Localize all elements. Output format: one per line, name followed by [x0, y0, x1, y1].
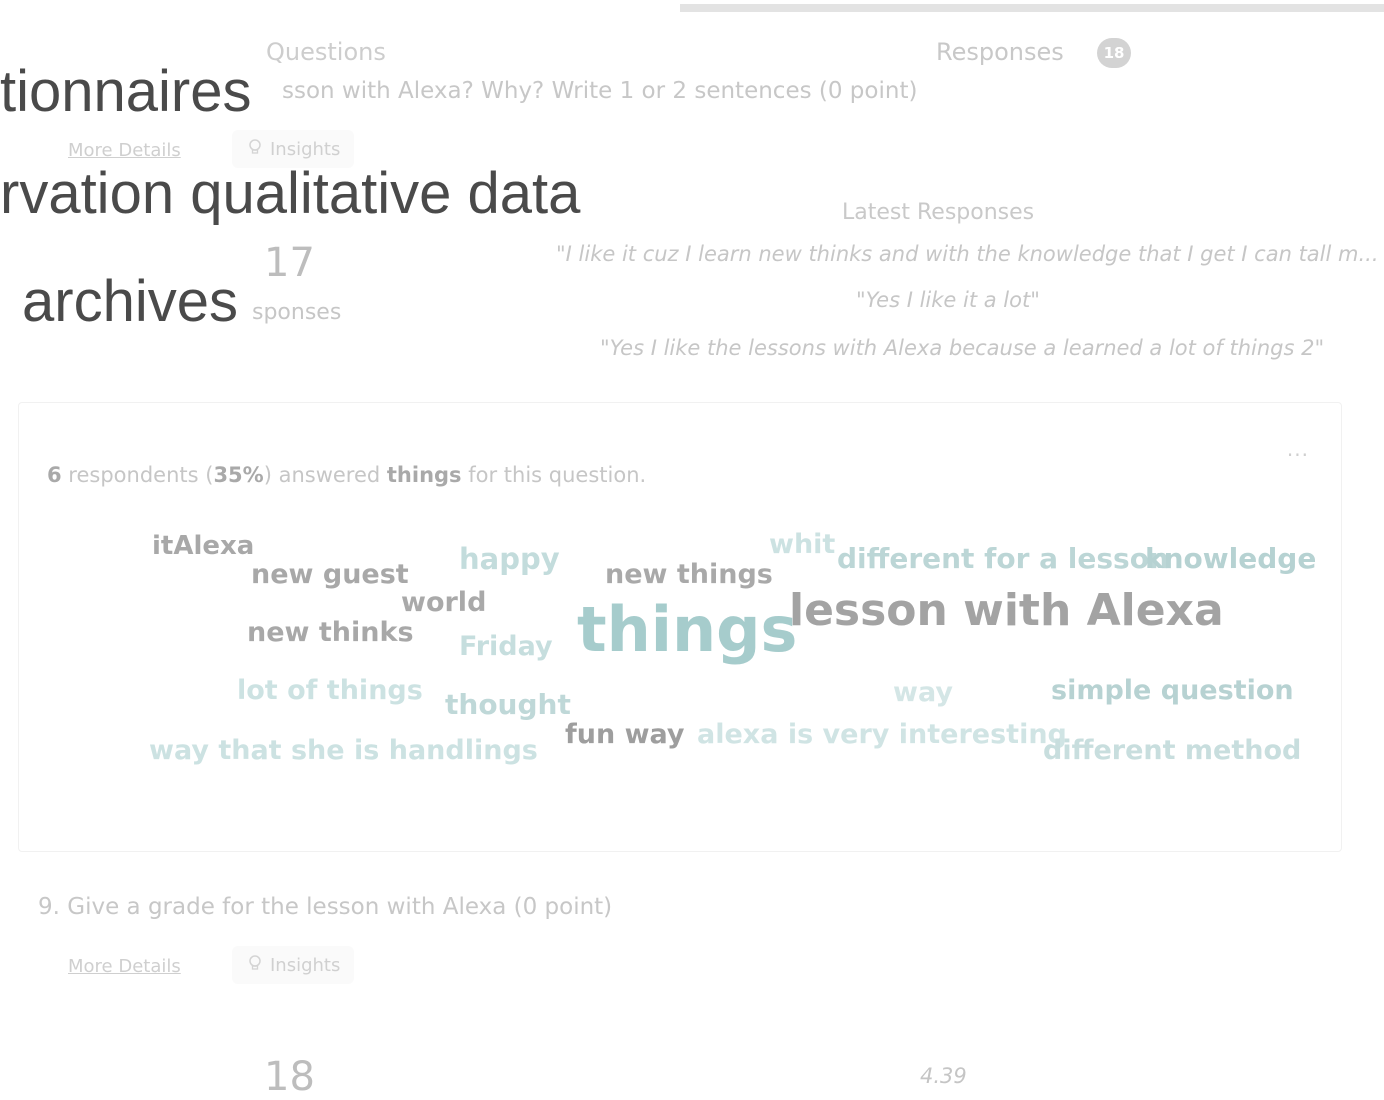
latest-response-3: "Yes I like the lessons with Alexa becau…	[600, 336, 1325, 360]
word-cloud-word[interactable]: new guest	[251, 561, 409, 588]
question-9-title: 9. Give a grade for the lesson with Alex…	[38, 894, 613, 920]
word-cloud-word[interactable]: new things	[605, 561, 773, 588]
respondent-percent: 35%	[213, 463, 264, 487]
word-cloud-word[interactable]: simple question	[1051, 677, 1294, 704]
word-cloud-word[interactable]: things	[577, 599, 797, 661]
insights-label: Insights	[270, 954, 341, 976]
response-count: 18	[264, 1054, 315, 1100]
insights-label: Insights	[270, 138, 341, 160]
word-cloud-word[interactable]: itAlexa	[152, 533, 254, 559]
respondent-count: 6	[47, 463, 62, 487]
slide-text-line-1: tionnaires	[0, 59, 252, 124]
responses-count-badge: 18	[1097, 38, 1131, 68]
word-cloud-word[interactable]: way that she is handlings	[149, 737, 538, 764]
lightbulb-icon	[246, 138, 264, 161]
word-cloud-word[interactable]: whit	[769, 531, 835, 558]
word-cloud-word[interactable]: thought	[445, 691, 571, 719]
more-details-link[interactable]: More Details	[68, 956, 181, 977]
latest-response-1: "I like it cuz I learn new thinks and wi…	[556, 242, 1379, 266]
summary-text-3: for this question.	[461, 463, 647, 487]
word-cloud-word[interactable]: different method	[1043, 737, 1301, 764]
more-options-button[interactable]: ...	[1287, 437, 1309, 461]
insights-button[interactable]: Insights	[232, 946, 355, 984]
summary-text-2: ) answered	[263, 463, 387, 487]
more-details-link[interactable]: More Details	[68, 140, 181, 161]
summary-text-1: respondents (	[61, 463, 214, 487]
word-cloud-word[interactable]: happy	[459, 545, 560, 574]
responses-label: sponses	[252, 300, 342, 325]
word-cloud-word[interactable]: fun way	[565, 721, 685, 748]
word-cloud-word[interactable]: new thinks	[247, 619, 414, 646]
slide-text-line-3: archives	[22, 269, 238, 334]
lightbulb-icon	[246, 954, 264, 977]
word-cloud-summary: 6 respondents (35%) answered things for …	[47, 463, 646, 487]
latest-responses-title: Latest Responses	[842, 200, 1035, 225]
word-cloud-word[interactable]: world	[401, 589, 486, 616]
selected-term: things	[386, 463, 462, 487]
word-cloud-word[interactable]: Friday	[459, 633, 553, 660]
slide-text-line-2: rvation qualitative data	[0, 161, 581, 226]
tab-responses[interactable]: Responses	[936, 38, 1064, 66]
active-tab-indicator	[680, 4, 1384, 12]
word-cloud-word[interactable]: lot of things	[237, 677, 423, 704]
word-cloud-word[interactable]: lesson with Alexa	[789, 589, 1224, 633]
word-cloud-card: ... 6 respondents (35%) answered things …	[18, 402, 1342, 852]
average-rating-value: 4.39	[920, 1064, 967, 1088]
word-cloud-word[interactable]: knowledge	[1145, 545, 1316, 573]
word-cloud-word[interactable]: way	[893, 679, 953, 706]
tab-questions[interactable]: Questions	[266, 38, 386, 66]
word-cloud-word[interactable]: different for a lesson	[837, 545, 1169, 573]
response-count: 17	[264, 240, 315, 286]
word-cloud-word[interactable]: alexa is very interesting	[697, 721, 1067, 748]
question-8-title: sson with Alexa? Why? Write 1 or 2 sente…	[282, 78, 918, 104]
latest-response-2: "Yes I like it a lot"	[856, 288, 1040, 312]
